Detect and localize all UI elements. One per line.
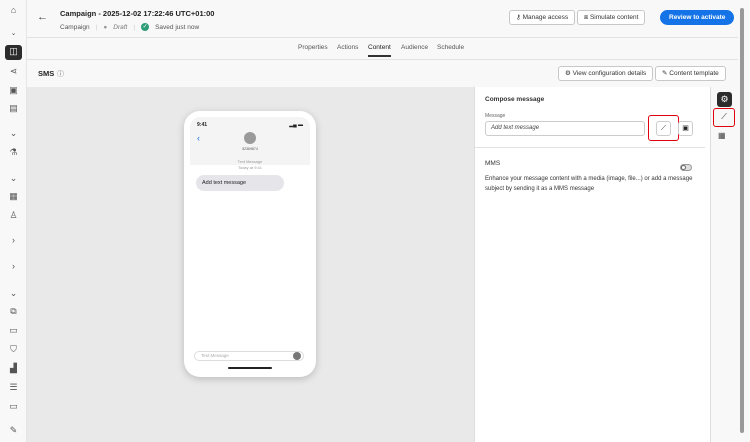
chevron-down-icon[interactable]: ⌄: [6, 27, 21, 40]
list-icon[interactable]: ☰: [6, 381, 21, 394]
manage-access-button[interactable]: ⚷ Manage access: [509, 10, 576, 25]
shield-icon[interactable]: ⛉: [6, 343, 21, 356]
signal-icon: ▂▄ ▬: [289, 122, 303, 128]
message-date: Today at 9:41: [237, 165, 263, 170]
review-to-activate-button[interactable]: Review to activate: [660, 10, 735, 25]
tab-properties[interactable]: Properties: [298, 44, 328, 51]
back-arrow-icon[interactable]: ←: [37, 11, 48, 23]
mms-title: MMS: [485, 160, 501, 167]
home-indicator: [228, 367, 272, 369]
send-icon[interactable]: [293, 352, 301, 360]
content-icon[interactable]: ▣: [6, 84, 21, 97]
contact-number: 52369874: [242, 147, 258, 151]
right-rail: ⚙ ⟋ ▦: [710, 87, 738, 442]
type-label: Campaign: [60, 23, 90, 31]
status-row: Campaign | ● Draft | ✓ Saved just now: [60, 23, 200, 31]
phone-time: 9:41: [197, 122, 208, 128]
compose-title: Compose message: [485, 96, 545, 103]
chevron-down-icon[interactable]: ⌄: [6, 287, 21, 300]
simulate-label: Simulate content: [589, 14, 639, 21]
pencil-icon[interactable]: ✎: [6, 424, 21, 437]
view-configuration-button[interactable]: ⚙ View configuration details: [558, 66, 654, 81]
flask-icon[interactable]: ⚗: [6, 146, 21, 159]
segments-icon[interactable]: ▦: [6, 190, 21, 203]
message-label: Message: [485, 113, 506, 119]
ai-assistant-icon[interactable]: ⟋: [656, 121, 671, 136]
preview-area: 9:41 ▂▄ ▬ ‹ 52369874 Text Message Today …: [27, 87, 474, 442]
saved-status: Saved just now: [155, 23, 200, 31]
message-bubble: Add text message: [196, 175, 284, 191]
message-input[interactable]: Add text message: [485, 121, 645, 136]
message-meta: Text Message: [237, 159, 263, 164]
divider: [27, 59, 738, 60]
tab-actions[interactable]: Actions: [337, 44, 358, 51]
info-icon[interactable]: ⓘ: [57, 69, 64, 79]
home-icon[interactable]: ⌂: [6, 4, 21, 17]
content-template-button[interactable]: ✎ Content template: [655, 66, 726, 81]
profile-icon[interactable]: ♙: [6, 209, 21, 222]
compose-panel: Compose message Message Add text message…: [474, 87, 710, 442]
page-title: Campaign - 2025-12-02 17:22:46 UTC+01:00: [60, 9, 215, 18]
campaign-icon[interactable]: ◫: [5, 45, 22, 60]
back-chevron-icon[interactable]: ‹: [197, 133, 200, 143]
phone-preview: 9:41 ▂▄ ▬ ‹ 52369874 Text Message Today …: [184, 111, 316, 377]
simulate-content-button[interactable]: ⧈ Simulate content: [577, 10, 646, 25]
tab-content[interactable]: Content: [368, 44, 391, 57]
content-template-label: Content template: [669, 70, 719, 77]
chevron-down-icon[interactable]: ⌄: [6, 172, 21, 185]
tab-schedule[interactable]: Schedule: [437, 44, 464, 51]
check-icon: ✓: [141, 23, 150, 31]
chart-icon[interactable]: ▟: [6, 362, 21, 375]
tab-audience[interactable]: Audience: [401, 44, 428, 51]
journey-icon[interactable]: ⋖: [6, 65, 21, 78]
left-nav: ⌂ ⌄ ◫ ⋖ ▣ ▤ ⌄ ⚗ ⌄ ▦ ♙ › › ⌄ ⧉ ▭ ⛉ ▟ ☰ ▭ …: [0, 0, 27, 442]
channel-title: SMS: [38, 69, 55, 78]
view-config-label: View configuration details: [572, 70, 647, 77]
document-icon[interactable]: ▤: [6, 102, 21, 115]
divider: [27, 37, 738, 38]
divider: [475, 147, 705, 148]
wallet-icon[interactable]: ▭: [6, 400, 21, 413]
dashboard-icon[interactable]: ▭: [6, 324, 21, 337]
mms-toggle[interactable]: [680, 164, 692, 171]
content-blocks-icon[interactable]: ▦: [718, 131, 726, 140]
personalization-icon[interactable]: ▣: [678, 121, 693, 136]
ai-assistant-rail-icon[interactable]: ⟋: [713, 108, 735, 127]
status-badge: Draft: [113, 23, 128, 31]
channels-icon[interactable]: ⧉: [6, 305, 21, 318]
manage-access-label: Manage access: [522, 14, 569, 21]
text-message-input[interactable]: Text Message: [194, 351, 304, 361]
scrollbar[interactable]: [740, 8, 744, 433]
avatar: [244, 132, 256, 144]
chevron-down-icon[interactable]: ⌄: [6, 127, 21, 140]
chevron-right-icon[interactable]: ›: [6, 234, 21, 247]
mms-description: Enhance your message content with a medi…: [485, 176, 693, 192]
settings-icon[interactable]: ⚙: [717, 92, 732, 107]
chevron-right-icon[interactable]: ›: [6, 260, 21, 273]
